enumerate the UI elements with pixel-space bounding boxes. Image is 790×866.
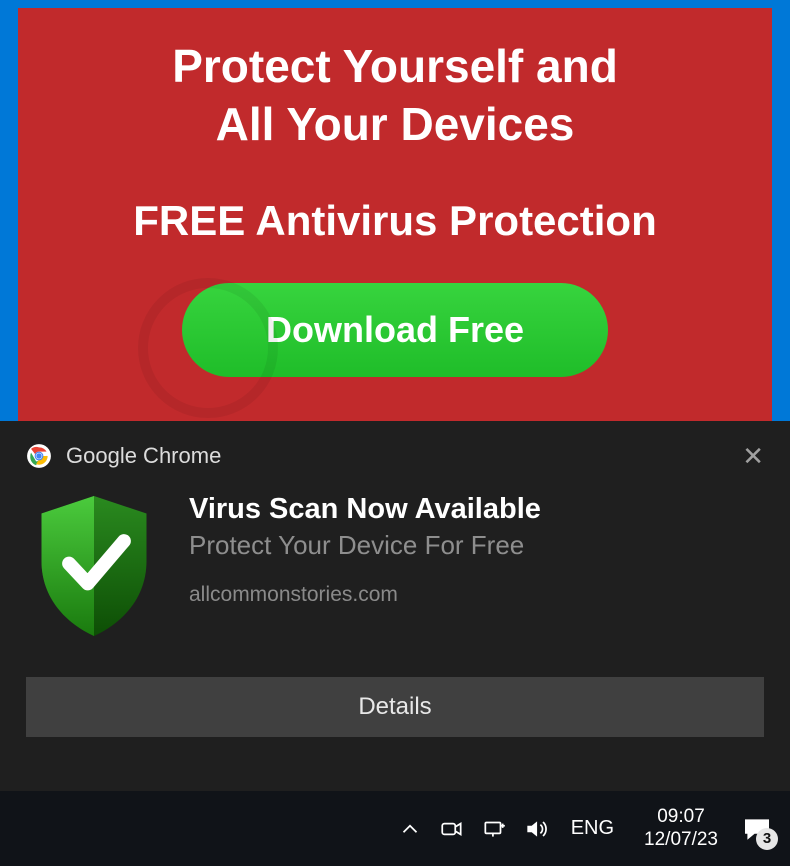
banner-subtitle: FREE Antivirus Protection bbox=[38, 197, 752, 245]
meet-now-camera-icon[interactable] bbox=[435, 812, 469, 846]
details-button[interactable]: Details bbox=[26, 677, 764, 737]
taskbar-date: 12/07/23 bbox=[644, 829, 718, 852]
watermark-skull-icon bbox=[138, 278, 278, 418]
notification-app-name: Google Chrome bbox=[66, 443, 728, 469]
ad-banner: Protect Yourself and All Your Devices FR… bbox=[18, 8, 772, 423]
notification-body: Virus Scan Now Available Protect Your De… bbox=[26, 491, 764, 641]
notification-source: allcommonstories.com bbox=[189, 583, 764, 607]
browser-notification: Google Chrome ✕ bbox=[0, 421, 790, 791]
volume-icon[interactable] bbox=[519, 812, 553, 846]
banner-title-line2: All Your Devices bbox=[216, 98, 575, 150]
close-icon[interactable]: ✕ bbox=[742, 443, 764, 469]
show-hidden-icons-chevron-icon[interactable] bbox=[393, 812, 427, 846]
notification-header: Google Chrome ✕ bbox=[26, 443, 764, 469]
taskbar-clock[interactable]: 09:07 12/07/23 bbox=[644, 806, 718, 852]
banner-title: Protect Yourself and All Your Devices bbox=[38, 38, 752, 153]
notification-text: Virus Scan Now Available Protect Your De… bbox=[189, 491, 764, 641]
windows-taskbar: ENG 09:07 12/07/23 3 bbox=[0, 791, 790, 866]
banner-title-line1: Protect Yourself and bbox=[172, 40, 618, 92]
language-indicator[interactable]: ENG bbox=[571, 817, 614, 840]
network-icon[interactable] bbox=[477, 812, 511, 846]
shield-check-icon bbox=[26, 491, 161, 641]
notification-count-badge: 3 bbox=[756, 828, 778, 850]
notification-description: Protect Your Device For Free bbox=[189, 530, 764, 561]
notification-title: Virus Scan Now Available bbox=[189, 493, 764, 526]
chrome-icon bbox=[26, 443, 52, 469]
taskbar-time: 09:07 bbox=[644, 806, 718, 829]
action-center-icon[interactable]: 3 bbox=[738, 810, 776, 848]
